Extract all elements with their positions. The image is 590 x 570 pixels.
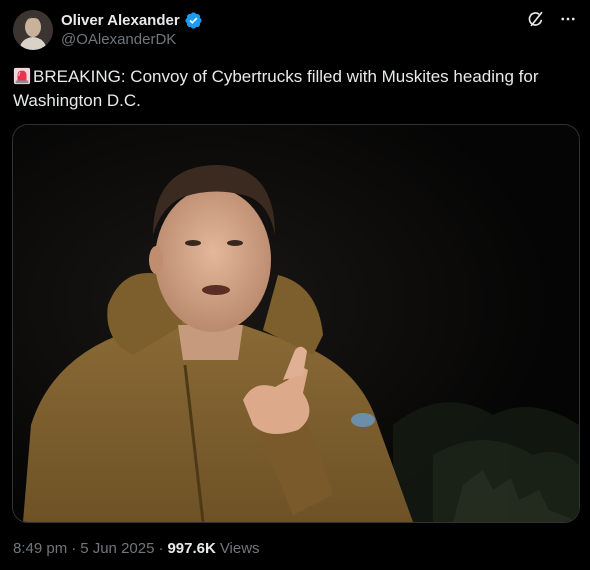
- tweet-time[interactable]: 8:49 pm: [13, 540, 67, 557]
- tweet-text: BREAKING: Convoy of Cybertrucks filled w…: [13, 65, 573, 113]
- tweet-date[interactable]: 5 Jun 2025: [80, 540, 154, 557]
- author-display-name[interactable]: Oliver Alexander: [61, 12, 180, 29]
- more-icon[interactable]: [558, 9, 578, 29]
- tweet-body: BREAKING: Convoy of Cybertrucks filled w…: [13, 67, 539, 110]
- meta-separator-2: ·: [158, 540, 164, 557]
- verified-badge-icon: [184, 11, 203, 30]
- tweet-card: Oliver Alexander @OAlexanderDK BREAKING:…: [0, 0, 590, 570]
- tweet-photo[interactable]: [12, 124, 580, 523]
- tweet-meta: 8:49 pm · 5 Jun 2025 · 997.6K Views: [13, 540, 260, 557]
- police-light-icon: [13, 67, 31, 85]
- grok-icon[interactable]: [526, 9, 546, 29]
- avatar[interactable]: [13, 10, 53, 50]
- author-handle[interactable]: @OAlexanderDK: [61, 31, 176, 48]
- header-actions: [526, 9, 578, 29]
- views-label: Views: [219, 540, 260, 557]
- views-count[interactable]: 997.6K: [167, 540, 215, 557]
- meta-separator: ·: [71, 540, 77, 557]
- author-name-row[interactable]: Oliver Alexander: [61, 10, 203, 30]
